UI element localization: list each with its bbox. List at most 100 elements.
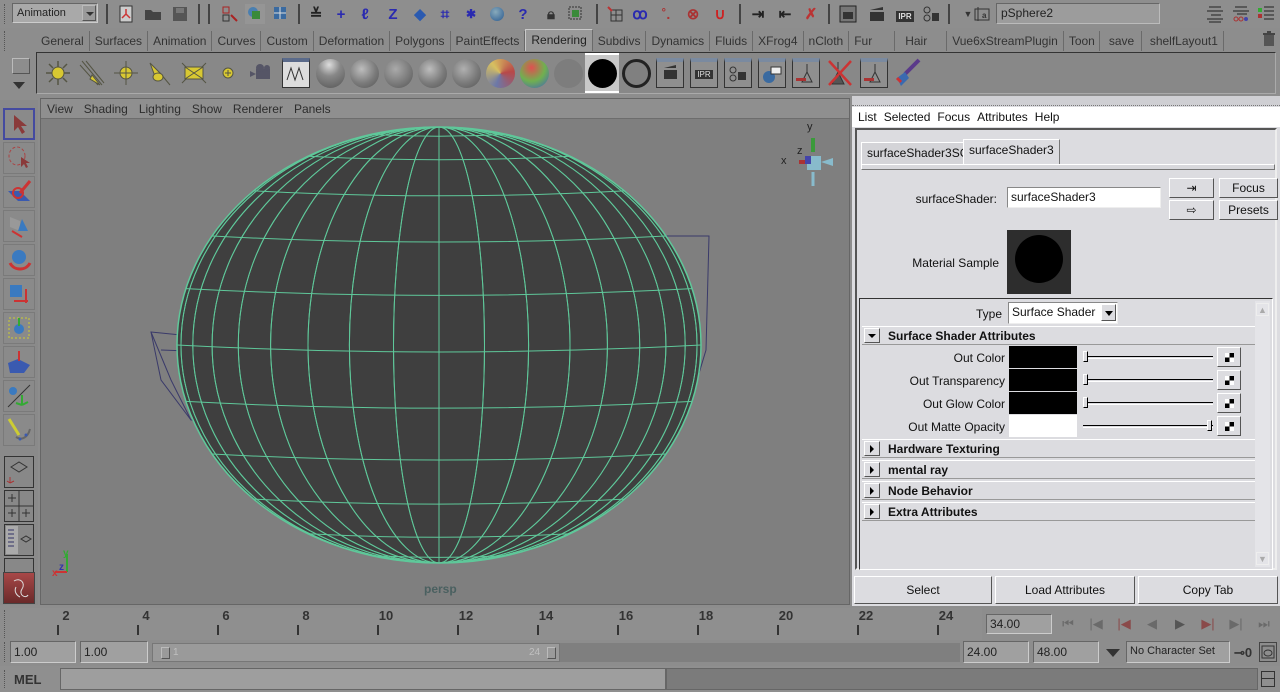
open-scene-icon[interactable] (143, 4, 163, 24)
shelf-tab-polygons[interactable]: Polygons (390, 31, 451, 51)
separator[interactable] (596, 4, 598, 24)
separator[interactable] (208, 4, 210, 24)
hypershade-icon[interactable] (279, 56, 313, 90)
snap-view-plane-icon[interactable]: ◆ (410, 4, 430, 24)
ipr-render-icon[interactable]: IPR (895, 4, 915, 24)
slider-thumb[interactable] (1083, 397, 1088, 408)
shelf-tab-fluids[interactable]: Fluids (710, 31, 754, 51)
render-settings-icon[interactable] (721, 56, 755, 90)
ipr-render-icon[interactable]: IPR (687, 56, 721, 90)
render-view-icon[interactable] (838, 4, 858, 24)
ambient-light-icon[interactable] (41, 56, 75, 90)
snap-live-icon[interactable]: ⌗ (435, 4, 455, 24)
point-light-icon[interactable] (109, 56, 143, 90)
construction-history-icon[interactable] (605, 4, 625, 24)
character-set-field[interactable]: No Character Set (1126, 641, 1230, 663)
mel-command-input[interactable] (60, 668, 666, 690)
select-by-component-icon[interactable] (271, 4, 291, 24)
shelf-tab-hair[interactable]: Hair (895, 31, 948, 51)
map-texture-button[interactable] (1217, 393, 1241, 413)
phong-icon[interactable] (381, 56, 415, 90)
show-attribute-editor-icon[interactable] (1205, 4, 1225, 24)
ae-menu-focus[interactable]: Focus (937, 107, 970, 127)
show-manipulator-tool[interactable] (3, 380, 35, 412)
viewport-menu-panels[interactable]: Panels (294, 99, 331, 118)
select-tool[interactable] (3, 108, 35, 140)
layered-shader-icon[interactable] (483, 56, 517, 90)
attribute-scrollbar[interactable]: ▲ ▼ (1255, 301, 1270, 567)
type-dropdown[interactable]: Surface Shader (1008, 302, 1118, 324)
map-texture-button[interactable] (1217, 370, 1241, 390)
spot-light-icon[interactable] (143, 56, 177, 90)
playback-start-field[interactable]: 1.00 (80, 641, 148, 663)
map-texture-button[interactable] (1217, 347, 1241, 367)
camera-icon[interactable] (245, 56, 279, 90)
shelf-tab-vue6xstreamplugin[interactable]: Vue6xStreamPlugin (947, 31, 1064, 51)
go-to-end-icon[interactable]: ⏭ (1252, 612, 1276, 636)
new-scene-icon[interactable] (116, 4, 136, 24)
separator[interactable] (828, 4, 830, 24)
anisotropic-icon[interactable] (449, 56, 483, 90)
viewport-menu-view[interactable]: View (47, 99, 73, 118)
presets-button[interactable]: Presets (1219, 200, 1278, 220)
viewport-menu-show[interactable]: Show (192, 99, 222, 118)
universal-manipulator-tool[interactable] (3, 312, 35, 344)
lasso-tool[interactable] (3, 142, 35, 174)
select-by-hierarchy-icon[interactable] (220, 4, 240, 24)
history-icon[interactable]: ≚ (306, 4, 326, 24)
snap-point-icon[interactable]: Z (383, 4, 403, 24)
directional-light-icon[interactable] (75, 56, 109, 90)
ae-menu-attributes[interactable]: Attributes (977, 107, 1028, 127)
single-perspective-layout-button[interactable] (4, 456, 34, 488)
shelf-tab-rendering[interactable]: Rendering (525, 29, 593, 51)
shelf-tab-subdivs[interactable]: Subdivs (593, 31, 647, 51)
ae-menu-help[interactable]: Help (1035, 107, 1060, 127)
time-slider-handle[interactable] (4, 610, 7, 638)
script-editor-icon[interactable] (1261, 671, 1275, 687)
viewport-menu-renderer[interactable]: Renderer (233, 99, 283, 118)
script-type-toggle[interactable]: MEL (14, 672, 41, 687)
magnet-grid-icon[interactable]: ⊗ (683, 4, 703, 24)
section-extra-attributes[interactable]: Extra Attributes (862, 502, 1258, 521)
separator[interactable] (739, 4, 741, 24)
rotate-tool[interactable] (3, 244, 35, 276)
shelf-tab-deformation[interactable]: Deformation (314, 31, 391, 51)
render-view-icon[interactable] (653, 56, 687, 90)
playback-end-field[interactable]: 24.00 (963, 641, 1029, 663)
disable-ops-icon[interactable]: ✗ (801, 4, 821, 24)
magnet-icon[interactable]: ∪ (710, 4, 730, 24)
attribute-scroll-area[interactable]: Type Surface Shader Surface Shader Attri… (859, 298, 1273, 570)
focus-button[interactable]: Focus (1219, 178, 1278, 198)
rename-field-icon[interactable]: a (972, 4, 992, 24)
step-back-frame-icon[interactable]: |◀ (1084, 612, 1108, 636)
auto-key-icon[interactable]: ⊸0 (1234, 645, 1254, 661)
load-attributes-button[interactable]: Load Attributes (995, 576, 1135, 604)
animation-preferences-icon[interactable] (1259, 642, 1277, 662)
snap-together-icon[interactable]: ꝏ (630, 4, 650, 24)
select-by-object-icon[interactable] (245, 4, 265, 24)
hypershade-window-icon[interactable] (755, 56, 789, 90)
ramp-shader-icon[interactable] (517, 56, 551, 90)
viewport-menu-lighting[interactable]: Lighting (139, 99, 181, 118)
range-start-handle[interactable] (161, 647, 170, 659)
expand-arrow-icon[interactable] (864, 483, 880, 498)
input-connection-button[interactable]: ⇥ (1169, 178, 1214, 198)
tab-surfaceshader3[interactable]: surfaceShader3 (963, 139, 1060, 164)
shelf-tab-shelflayout1[interactable]: shelfLayout1 (1142, 31, 1224, 51)
animation-start-field[interactable]: 1.00 (10, 641, 76, 663)
viewport-menu-shading[interactable]: Shading (84, 99, 128, 118)
scene-canvas[interactable]: y x z x y z (41, 120, 849, 604)
separator[interactable] (106, 4, 108, 24)
blinn-icon[interactable] (313, 56, 347, 90)
sphere-icon[interactable] (487, 4, 507, 24)
lambert-icon[interactable] (347, 56, 381, 90)
render-icon[interactable]: ✱ (461, 4, 481, 24)
shelf-tab-xfrog4[interactable]: XFrog4 (753, 31, 804, 51)
show-tool-settings-icon[interactable] (1231, 4, 1251, 24)
trash-icon[interactable] (1262, 31, 1276, 47)
collapse-arrow-icon[interactable] (864, 328, 880, 343)
ae-menu-selected[interactable]: Selected (884, 107, 931, 127)
surface-shader-icon[interactable] (585, 53, 619, 93)
section-hardware-texturing[interactable]: Hardware Texturing (862, 439, 1258, 458)
phonge-icon[interactable] (415, 56, 449, 90)
